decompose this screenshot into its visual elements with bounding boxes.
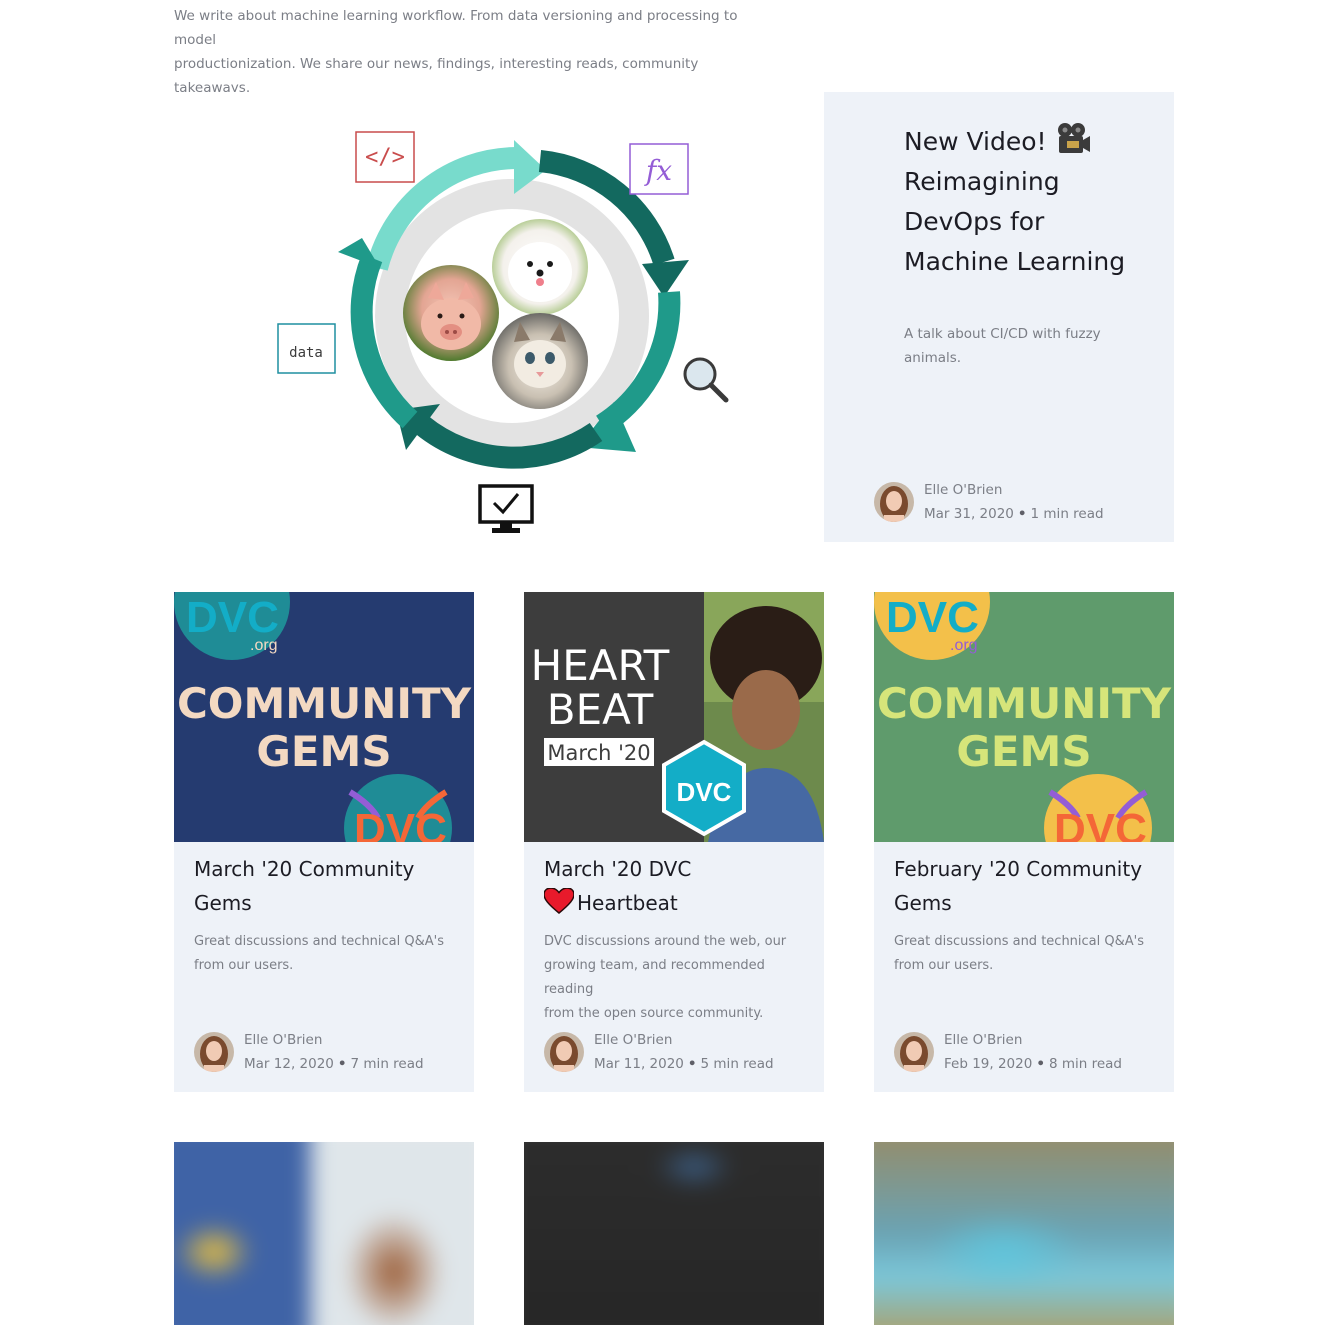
featured-post-card[interactable]: New Video! Reimagining DevOps for Machin… xyxy=(824,92,1174,542)
blurred-post-image xyxy=(524,1142,824,1325)
featured-post-image[interactable]: </> fx data xyxy=(174,92,824,542)
post-card-image-loading[interactable] xyxy=(874,1142,1174,1325)
post-title[interactable]: March '20 Community Gems xyxy=(194,852,454,920)
avatar[interactable] xyxy=(874,482,914,522)
avatar[interactable] xyxy=(894,1032,934,1072)
post-title-line-1: February '20 Community xyxy=(894,857,1143,881)
post-desc-line-1: Great discussions and technical Q&A's xyxy=(194,934,444,949)
svg-text:.org: .org xyxy=(950,637,978,654)
read-time: 7 min read xyxy=(350,1056,424,1072)
svg-text:DVC: DVC xyxy=(677,777,732,807)
svg-text:DVC: DVC xyxy=(186,593,279,642)
blog-intro: We write about machine learning workflow… xyxy=(174,4,754,100)
blurred-post-image xyxy=(874,1142,1174,1325)
monitor-check-icon xyxy=(478,484,534,533)
svg-text:DVC: DVC xyxy=(354,805,447,842)
post-title-line-2: Gems xyxy=(194,891,252,915)
avatar[interactable] xyxy=(544,1032,584,1072)
post-desc-line-3: from the open source community. xyxy=(544,1006,764,1021)
svg-text:HEART: HEART xyxy=(531,641,670,690)
post-card-community-gems-february[interactable]: DVC .org COMMUNITY GEMS DVC February '20… xyxy=(874,592,1174,1092)
blurred-post-image xyxy=(174,1142,474,1325)
post-date: Feb 19, 2020 xyxy=(944,1056,1033,1072)
post-title-line-2: Gems xyxy=(894,891,952,915)
post-card-community-gems-march[interactable]: DVC .org COMMUNITY GEMS DVC March '20 Co… xyxy=(174,592,474,1092)
post-title-line-1: March '20 DVC xyxy=(544,857,692,881)
author-name[interactable]: Elle O'Brien xyxy=(924,478,1104,502)
featured-post-title[interactable]: New Video! Reimagining DevOps for Machin… xyxy=(904,122,1144,282)
svg-text:DVC: DVC xyxy=(1054,805,1147,842)
data-box-icon: data xyxy=(277,323,336,374)
post-date: Mar 31, 2020 xyxy=(924,506,1014,522)
post-meta: Elle O'Brien Mar 12, 2020 • 7 min read xyxy=(194,1028,424,1076)
post-desc-line-2: growing team, and recommended reading xyxy=(544,958,765,997)
post-desc-line-2: from our users. xyxy=(894,958,994,973)
post-title[interactable]: February '20 Community Gems xyxy=(894,852,1154,920)
post-card-image-loading[interactable] xyxy=(174,1142,474,1325)
function-box-icon: fx xyxy=(629,143,689,195)
post-desc-line-1: Great discussions and technical Q&A's xyxy=(894,934,1144,949)
svg-text:GEMS: GEMS xyxy=(956,727,1091,776)
featured-title-line-2: Reimagining xyxy=(904,167,1060,196)
post-meta: Elle O'Brien Feb 19, 2020 • 8 min read xyxy=(894,1028,1122,1076)
post-title[interactable]: March '20 DVC Heartbeat xyxy=(544,852,804,920)
svg-text:COMMUNITY: COMMUNITY xyxy=(877,679,1172,728)
svg-text:DVC: DVC xyxy=(886,593,979,642)
svg-text:COMMUNITY: COMMUNITY xyxy=(177,679,472,728)
read-time: 8 min read xyxy=(1048,1056,1122,1072)
post-description: Great discussions and technical Q&A's fr… xyxy=(194,930,456,978)
puppy-photo xyxy=(492,219,588,315)
author-name[interactable]: Elle O'Brien xyxy=(244,1028,424,1052)
post-meta: Elle O'Brien Mar 31, 2020 • 1 min read xyxy=(874,478,1104,526)
svg-text:.org: .org xyxy=(250,637,278,654)
avatar[interactable] xyxy=(194,1032,234,1072)
svg-text:March '20: March '20 xyxy=(547,741,650,765)
post-title-line-2: Heartbeat xyxy=(577,891,678,915)
heart-icon xyxy=(544,888,574,914)
post-image-community-gems[interactable]: DVC .org COMMUNITY GEMS DVC xyxy=(874,592,1174,842)
post-card-heartbeat-march[interactable]: HEART BEAT March '20 DVC March '20 DVC H… xyxy=(524,592,824,1092)
post-date: Mar 11, 2020 xyxy=(594,1056,684,1072)
post-title-line-1: March '20 Community xyxy=(194,857,415,881)
read-time: 5 min read xyxy=(700,1056,774,1072)
featured-title-line-3: DevOps for xyxy=(904,207,1045,236)
post-desc-line-1: DVC discussions around the web, our xyxy=(544,934,787,949)
svg-text:</>: </> xyxy=(365,145,405,170)
movie-camera-icon xyxy=(1057,123,1090,153)
svg-text:GEMS: GEMS xyxy=(256,727,391,776)
post-desc-line-2: from our users. xyxy=(194,958,294,973)
featured-title-line-1: New Video! xyxy=(904,127,1047,156)
post-description: Great discussions and technical Q&A's fr… xyxy=(894,930,1156,978)
code-box-icon: </> xyxy=(355,131,415,183)
post-description: DVC discussions around the web, our grow… xyxy=(544,930,806,1026)
svg-text:BEAT: BEAT xyxy=(547,685,654,734)
kitten-photo xyxy=(492,313,588,409)
intro-line-1: We write about machine learning workflow… xyxy=(174,8,738,48)
author-name[interactable]: Elle O'Brien xyxy=(944,1028,1122,1052)
svg-text:data: data xyxy=(289,345,323,361)
piglet-photo xyxy=(403,265,499,361)
post-meta: Elle O'Brien Mar 11, 2020 • 5 min read xyxy=(544,1028,774,1076)
featured-desc-line-2: animals. xyxy=(904,350,962,366)
post-image-community-gems[interactable]: DVC .org COMMUNITY GEMS DVC xyxy=(174,592,474,842)
featured-desc-line-1: A talk about CI/CD with fuzzy xyxy=(904,326,1101,342)
post-card-image-loading[interactable] xyxy=(524,1142,824,1325)
author-name[interactable]: Elle O'Brien xyxy=(594,1028,774,1052)
post-image-heartbeat[interactable]: HEART BEAT March '20 DVC xyxy=(524,592,824,842)
read-time: 1 min read xyxy=(1030,506,1104,522)
featured-title-line-4: Machine Learning xyxy=(904,247,1126,276)
svg-text:fx: fx xyxy=(644,154,672,187)
magnifier-icon xyxy=(683,357,729,403)
post-date: Mar 12, 2020 xyxy=(244,1056,334,1072)
featured-post-description: A talk about CI/CD with fuzzy animals. xyxy=(904,322,1124,370)
